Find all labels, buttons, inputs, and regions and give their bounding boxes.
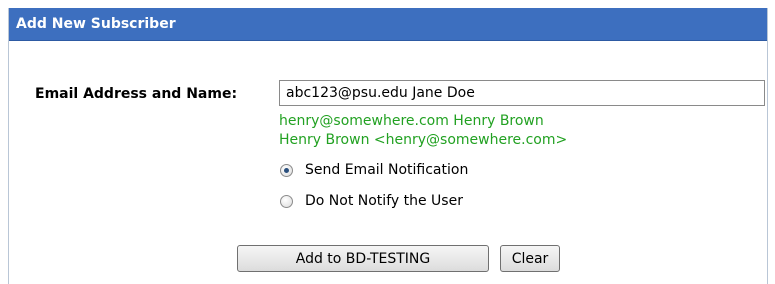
add-subscriber-panel: Add New Subscriber Email Address and Nam… [8, 8, 768, 284]
do-not-notify-label: Do Not Notify the User [305, 193, 463, 209]
example-hint-2: Henry Brown <henry@somewhere.com> [279, 132, 568, 148]
add-subscriber-button[interactable]: Add to BD-TESTING [237, 245, 489, 272]
send-notification-radio[interactable] [280, 163, 293, 177]
send-notification-label: Send Email Notification [305, 162, 469, 178]
example-hint-1: henry@somewhere.com Henry Brown [279, 113, 544, 129]
panel-title: Add New Subscriber [9, 8, 767, 41]
email-address-label: Email Address and Name: [35, 86, 238, 102]
email-address-input[interactable] [279, 80, 765, 106]
do-not-notify-radio[interactable] [280, 194, 293, 208]
send-notification-option[interactable]: Send Email Notification [279, 162, 468, 178]
do-not-notify-option[interactable]: Do Not Notify the User [279, 193, 463, 209]
clear-button[interactable]: Clear [500, 245, 560, 272]
